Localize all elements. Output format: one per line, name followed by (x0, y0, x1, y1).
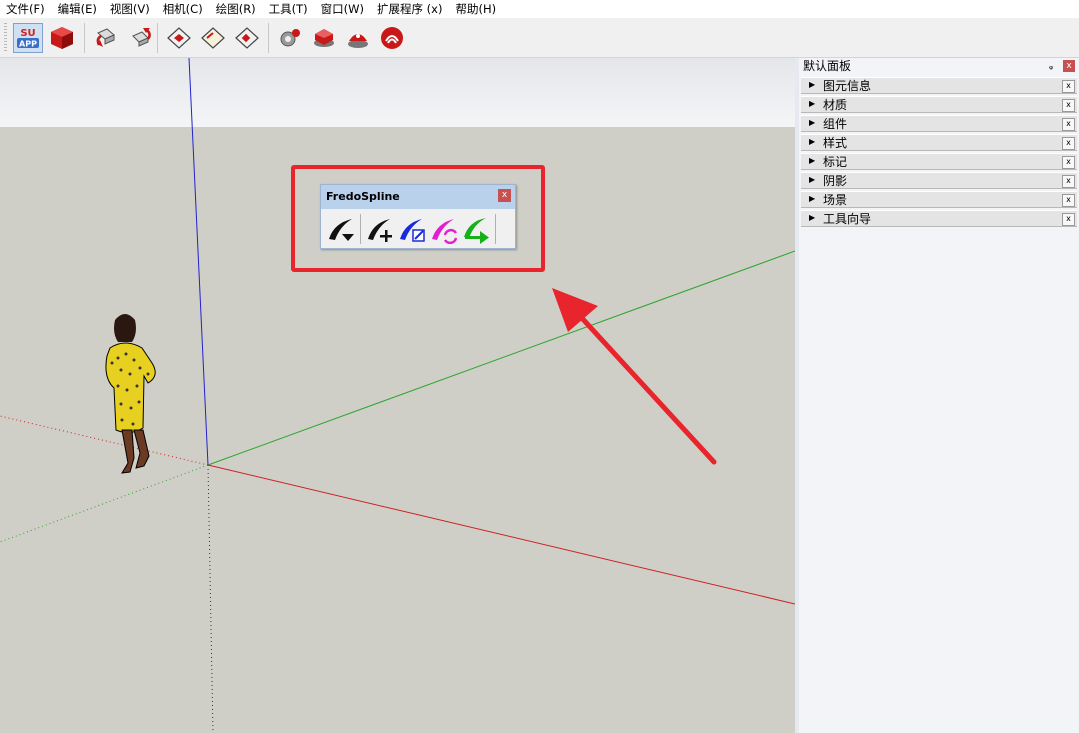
arrow-shaft (577, 313, 717, 465)
tray-label: 组件 (823, 117, 848, 131)
tray-shadows[interactable]: ▶ 阴影 x (801, 172, 1077, 189)
tray-tags[interactable]: ▶ 标记 x (801, 153, 1077, 170)
tray-styles[interactable]: ▶ 样式 x (801, 134, 1077, 151)
toolbar-separator (157, 23, 158, 53)
menu-window[interactable]: 窗口(W) (315, 0, 371, 18)
main-toolbar: SU APP (0, 18, 1079, 58)
tray-label: 工具向导 (823, 212, 872, 226)
tray-item-close-button[interactable]: x (1062, 194, 1075, 207)
tray-item-close-button[interactable]: x (1062, 156, 1075, 169)
tray-item-close-button[interactable]: x (1062, 80, 1075, 93)
menu-file[interactable]: 文件(F) (0, 0, 52, 18)
toolbar-group-app: SU APP (4, 21, 79, 55)
expand-arrow-icon: ▶ (809, 156, 816, 165)
rotate-left-icon (96, 28, 115, 47)
toolbar-group-section (153, 21, 264, 55)
su-app-button[interactable]: SU APP (13, 23, 43, 53)
toolbar-group-rotate (80, 21, 157, 55)
menu-edit[interactable]: 编辑(E) (52, 0, 104, 18)
menu-view[interactable]: 视图(V) (104, 0, 157, 18)
tray-title: 默认面板 (803, 59, 852, 73)
section-plane-icon (167, 27, 191, 49)
section-plane-3-icon (235, 27, 259, 49)
box-button[interactable] (47, 23, 77, 53)
section-plane-button[interactable] (164, 23, 194, 53)
toolbar-separator (268, 23, 269, 53)
tray-close-button[interactable]: x (1063, 60, 1075, 72)
material-button[interactable] (343, 23, 373, 53)
expand-arrow-icon: ▶ (809, 194, 816, 203)
expand-arrow-icon: ▶ (809, 137, 816, 146)
section-plane-2-button[interactable] (198, 23, 228, 53)
toolbar-group-warehouse (264, 21, 409, 55)
tray-item-close-button[interactable]: x (1062, 213, 1075, 226)
menu-tools[interactable]: 工具(T) (263, 0, 315, 18)
pin-icon[interactable]: ᵩ (1049, 61, 1053, 72)
tray-scenes[interactable]: ▶ 场景 x (801, 191, 1077, 208)
default-tray: 默认面板 ᵩ x ▶ 图元信息 x ▶ 材质 x ▶ 组件 x ▶ 样式 x ▶… (795, 58, 1079, 733)
box-icon (51, 27, 73, 49)
tray-instructor[interactable]: ▶ 工具向导 x (801, 210, 1077, 227)
settings-button[interactable] (275, 23, 305, 53)
rotate-left-button[interactable] (91, 23, 121, 53)
menu-draw[interactable]: 绘图(R) (210, 0, 263, 18)
toolbar-separator (84, 23, 85, 53)
su-app-label-top: SU (20, 28, 35, 39)
su-app-icon: SU APP (17, 28, 39, 49)
tray-label: 图元信息 (823, 79, 872, 93)
expand-arrow-icon: ▶ (809, 175, 816, 184)
su-app-label-bottom: APP (19, 40, 37, 49)
warehouse-button[interactable] (377, 23, 407, 53)
annotation-arrow (552, 288, 717, 465)
tray-item-close-button[interactable]: x (1062, 137, 1075, 150)
gear-icon (280, 29, 300, 47)
menu-help[interactable]: 帮助(H) (449, 0, 503, 18)
expand-arrow-icon: ▶ (809, 118, 816, 127)
tray-item-close-button[interactable]: x (1062, 99, 1075, 112)
menu-bar: 文件(F) 编辑(E) 视图(V) 相机(C) 绘图(R) 工具(T) 窗口(W… (0, 0, 1079, 18)
tray-item-close-button[interactable]: x (1062, 175, 1075, 188)
menu-extensions[interactable]: 扩展程序 (x) (371, 0, 449, 18)
tray-label: 场景 (823, 193, 848, 207)
section-plane-2-icon (201, 27, 225, 49)
tray-label: 阴影 (823, 174, 848, 188)
expand-arrow-icon: ▶ (809, 80, 816, 89)
tray-item-close-button[interactable]: x (1062, 118, 1075, 131)
menu-camera[interactable]: 相机(C) (157, 0, 210, 18)
rotate-right-icon (132, 28, 151, 47)
warehouse-icon (381, 27, 403, 49)
expand-arrow-icon: ▶ (809, 213, 816, 222)
material-icon (348, 34, 368, 48)
tray-materials[interactable]: ▶ 材质 x (801, 96, 1077, 113)
rotate-right-button[interactable] (125, 23, 155, 53)
component-icon (314, 29, 334, 47)
section-plane-3-button[interactable] (232, 23, 262, 53)
tray-components[interactable]: ▶ 组件 x (801, 115, 1077, 132)
tray-label: 标记 (823, 155, 848, 169)
toolbar-grip[interactable] (4, 23, 7, 53)
tray-entity-info[interactable]: ▶ 图元信息 x (801, 77, 1077, 94)
expand-arrow-icon: ▶ (809, 99, 816, 108)
tray-label: 材质 (823, 98, 848, 112)
model-viewport[interactable]: FredoSpline x (0, 58, 795, 733)
tray-label: 样式 (823, 136, 848, 150)
component-button[interactable] (309, 23, 339, 53)
